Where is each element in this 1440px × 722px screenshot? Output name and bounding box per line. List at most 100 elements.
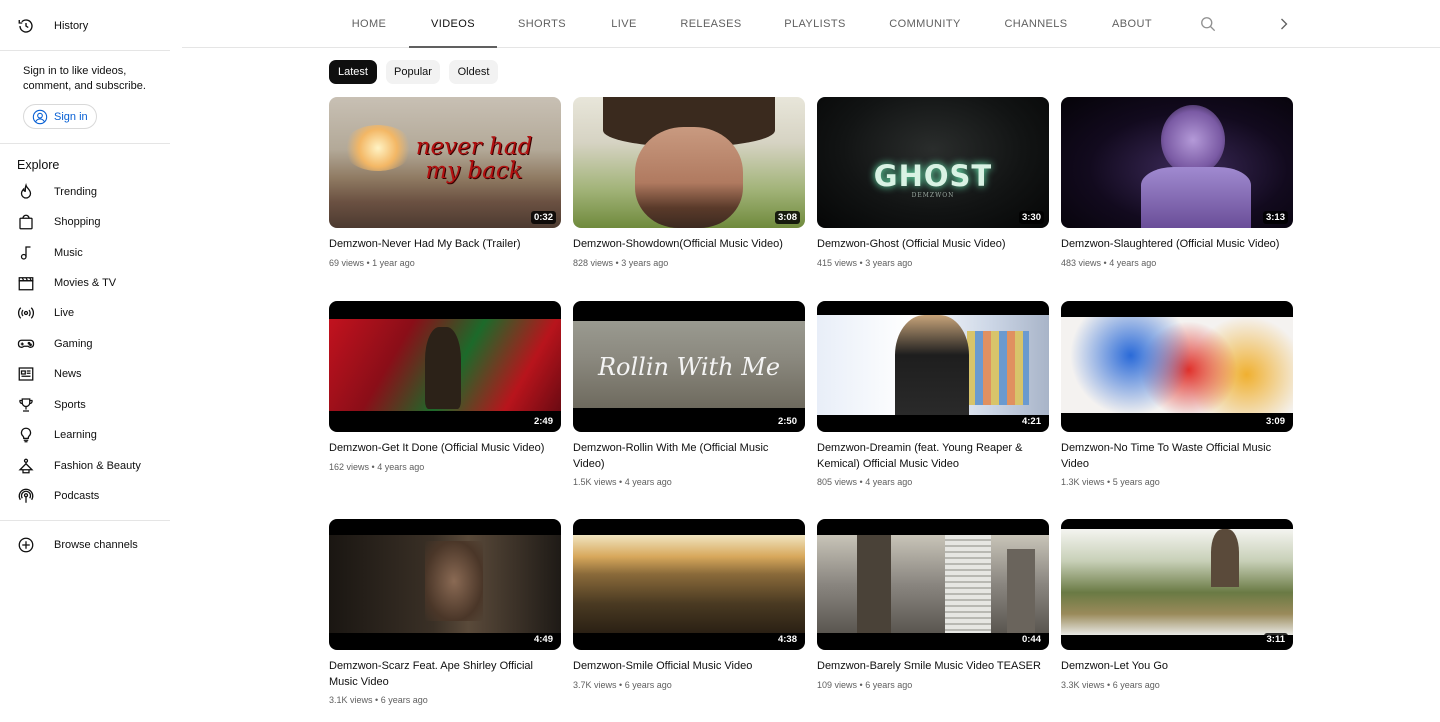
video-views: 1.5K views: [573, 477, 617, 487]
tab-about[interactable]: ABOUT: [1109, 0, 1155, 47]
video-title[interactable]: Demzwon-Ghost (Official Music Video): [817, 237, 1043, 253]
signin-button-label: Sign in: [54, 110, 88, 123]
sidebar-item-learning[interactable]: Learning: [0, 420, 170, 450]
video-thumbnail[interactable]: 3:13: [1061, 97, 1293, 228]
video-title[interactable]: Demzwon-Slaughtered (Official Music Vide…: [1061, 237, 1287, 253]
video-thumbnail[interactable]: 0:44: [817, 519, 1049, 650]
video-title[interactable]: Demzwon-Dreamin (feat. Young Reaper & Ke…: [817, 441, 1043, 472]
sidebar-item-history[interactable]: History: [0, 11, 170, 41]
video-duration: 3:11: [1263, 633, 1288, 646]
video-thumbnail[interactable]: 3:09: [1061, 301, 1293, 432]
video-thumbnail[interactable]: 3:11: [1061, 519, 1293, 650]
sidebar-item-trending[interactable]: Trending: [0, 177, 170, 207]
video-thumbnail[interactable]: 3:08: [573, 97, 805, 228]
video-title[interactable]: Demzwon-Scarz Feat. Ape Shirley Official…: [329, 659, 555, 690]
sidebar-divider: [0, 143, 170, 144]
sidebar-item-label: Trending: [54, 186, 98, 198]
video-title[interactable]: Demzwon-Showdown(Official Music Video): [573, 237, 799, 253]
video-meta: 3.3K views • 6 years ago: [1061, 680, 1160, 690]
thumbnail-overlay-subtext: DEMZWON: [911, 192, 955, 199]
video-views: 828 views: [573, 258, 614, 268]
sidebar-item-browse-channels[interactable]: Browse channels: [0, 531, 170, 555]
sidebar: History Sign in to like videos, comment,…: [0, 0, 170, 722]
sidebar-item-gaming[interactable]: Gaming: [0, 329, 170, 359]
video-age: 5 years ago: [1112, 477, 1160, 487]
newspaper-icon: [17, 365, 35, 383]
video-age: 6 years ago: [1112, 680, 1160, 690]
tab-live[interactable]: LIVE: [606, 0, 642, 47]
sidebar-divider: [0, 520, 170, 521]
clapperboard-icon: [17, 274, 35, 292]
video-thumbnail[interactable]: 4:21: [817, 301, 1049, 432]
sidebar-item-label: Podcasts: [54, 490, 100, 502]
music-note-icon: [17, 244, 35, 262]
video-thumbnail[interactable]: 2:49: [329, 301, 561, 432]
chevron-right-icon[interactable]: [1274, 14, 1294, 34]
video-thumbnail[interactable]: 4:49: [329, 519, 561, 650]
torso-graphic: [1141, 167, 1251, 228]
video-age: 6 years ago: [380, 695, 428, 705]
building-graphic: [945, 535, 991, 633]
add-circle-icon: [17, 536, 35, 554]
video-views: 1.3K views: [1061, 477, 1105, 487]
video-title[interactable]: Demzwon-No Time To Waste Official Music …: [1061, 441, 1287, 472]
video-duration: 2:50: [774, 415, 800, 428]
sidebar-item-fashion-beauty[interactable]: Fashion & Beauty: [0, 451, 170, 481]
video-meta: 69 views • 1 year ago: [329, 258, 415, 268]
video-duration: 3:08: [774, 211, 800, 224]
face-graphic: [1161, 105, 1225, 175]
video-age: 6 years ago: [865, 680, 913, 690]
signin-button[interactable]: Sign in: [23, 104, 97, 129]
tab-playlists[interactable]: PLAYLISTS: [781, 0, 849, 47]
face-graphic: [635, 127, 743, 228]
podcast-icon: [17, 487, 35, 505]
trending-icon: [17, 183, 35, 201]
sidebar-item-live[interactable]: Live: [0, 298, 170, 328]
video-age: 3 years ago: [865, 258, 913, 268]
sidebar-item-movies-tv[interactable]: Movies & TV: [0, 268, 170, 298]
sidebar-item-music[interactable]: Music: [0, 238, 170, 268]
tab-channels[interactable]: CHANNELS: [1002, 0, 1070, 47]
person-graphic: [425, 327, 461, 409]
tab-home[interactable]: HOME: [344, 0, 394, 47]
video-title[interactable]: Demzwon-Rollin With Me (Official Music V…: [573, 441, 799, 472]
video-duration: 4:21: [1018, 415, 1044, 428]
video-title[interactable]: Demzwon-Get It Done (Official Music Vide…: [329, 441, 555, 457]
chip-popular[interactable]: Popular: [386, 60, 440, 84]
building-graphic: [1007, 549, 1035, 633]
video-title[interactable]: Demzwon-Let You Go: [1061, 659, 1287, 675]
sidebar-item-sports[interactable]: Sports: [0, 390, 170, 420]
video-meta: 1.3K views • 5 years ago: [1061, 477, 1160, 487]
video-title[interactable]: Demzwon-Barely Smile Music Video TEASER: [817, 659, 1043, 675]
search-icon[interactable]: [1198, 14, 1218, 34]
video-age: 4 years ago: [624, 477, 672, 487]
sidebar-item-shopping[interactable]: Shopping: [0, 207, 170, 237]
sidebar-item-podcasts[interactable]: Podcasts: [0, 481, 170, 511]
chip-oldest[interactable]: Oldest: [449, 60, 498, 84]
account-circle-icon: [32, 109, 48, 125]
video-title[interactable]: Demzwon-Never Had My Back (Trailer): [329, 237, 555, 253]
shopping-bag-icon: [17, 213, 35, 231]
video-thumbnail[interactable]: Rollin With Me 2:50: [573, 301, 805, 432]
video-views: 3.3K views: [1061, 680, 1105, 690]
video-views: 162 views: [329, 462, 370, 472]
tab-shorts[interactable]: SHORTS: [514, 0, 570, 47]
video-title[interactable]: Demzwon-Smile Official Music Video: [573, 659, 799, 675]
lightbulb-icon: [17, 426, 35, 444]
video-thumbnail[interactable]: never had my back 0:32: [329, 97, 561, 228]
hanger-icon: [17, 457, 35, 475]
video-thumbnail[interactable]: 4:38: [573, 519, 805, 650]
video-views: 805 views: [817, 477, 858, 487]
video-meta: 3.7K views • 6 years ago: [573, 680, 672, 690]
gamepad-icon: [17, 335, 35, 353]
video-age: 6 years ago: [624, 680, 672, 690]
sidebar-item-news[interactable]: News: [0, 359, 170, 389]
tab-community[interactable]: COMMUNITY: [887, 0, 963, 47]
tab-releases[interactable]: RELEASES: [678, 0, 744, 47]
chip-latest[interactable]: Latest: [329, 60, 377, 84]
poster-wall-graphic: [967, 331, 1029, 405]
tab-videos[interactable]: VIDEOS: [409, 0, 497, 48]
history-icon: [17, 17, 35, 35]
backyard-scene-graphic: [1061, 529, 1293, 635]
video-thumbnail[interactable]: GHOST DEMZWON 3:30: [817, 97, 1049, 228]
